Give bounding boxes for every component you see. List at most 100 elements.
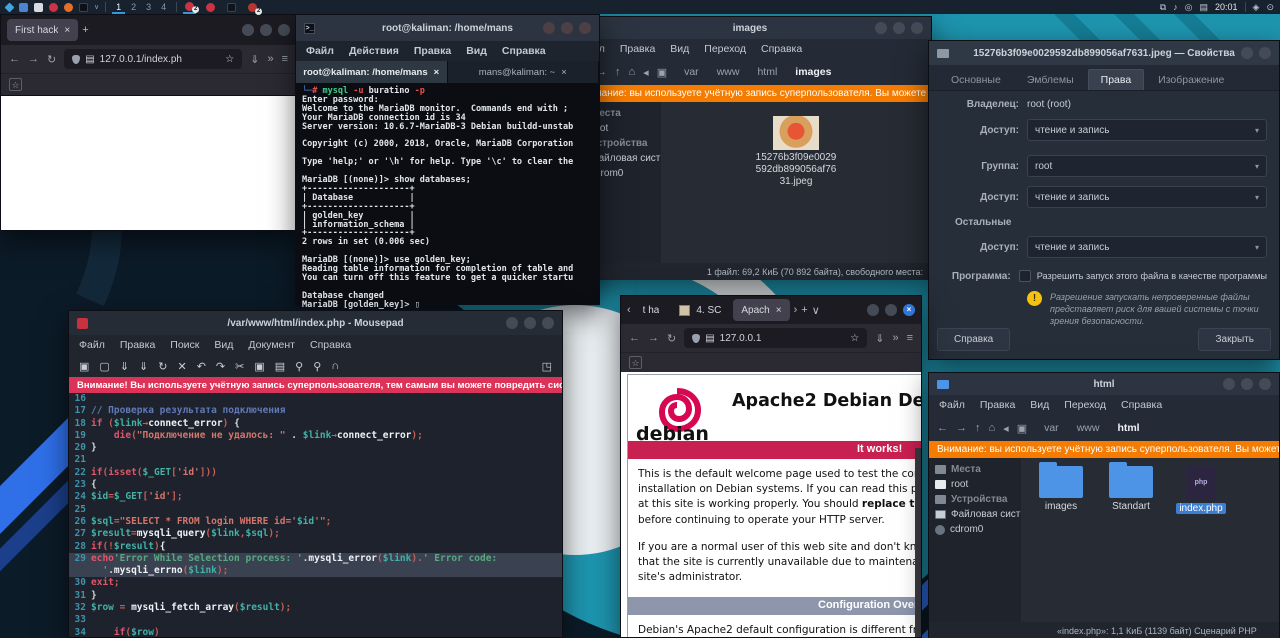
mousepad-icon[interactable]: [49, 3, 58, 12]
close-icon[interactable]: ×: [64, 25, 70, 36]
path-button[interactable]: www: [1068, 421, 1109, 435]
forward-icon[interactable]: →: [648, 332, 659, 344]
firefox-window-apache[interactable]: ‹ t ha 4. SC Apach× › + ∨ × ← → ↻ ▤ 127.…: [620, 295, 922, 638]
close-icon[interactable]: ×: [776, 305, 782, 316]
firefox-window-first-hack[interactable]: First hack × + ← → ↻ ▤ 127.0.0.1/index.p…: [0, 14, 297, 231]
others-access-dropdown[interactable]: чтение и запись▾: [1027, 236, 1267, 258]
menu-item[interactable]: Вид: [1030, 399, 1049, 411]
shield-icon[interactable]: ◈: [1253, 0, 1260, 14]
notifications-icon[interactable]: ◎: [1185, 0, 1193, 14]
display-icon[interactable]: ▤: [1199, 0, 1208, 14]
code-editor[interactable]: 16 17 // Проверка результата подключения…: [69, 393, 562, 638]
path-button[interactable]: html: [748, 65, 786, 79]
overflow-menu-icon[interactable]: »: [892, 332, 898, 344]
help-button[interactable]: Справка: [937, 328, 1010, 351]
forward-icon[interactable]: →: [956, 422, 967, 434]
menu-item[interactable]: Справка: [761, 43, 802, 55]
workspace-button[interactable]: 2: [127, 1, 140, 14]
scroll-tabs-right-icon[interactable]: ›: [794, 304, 798, 316]
tab-sql-tutorial[interactable]: 4. SC: [671, 299, 729, 321]
sidebar-item[interactable]: root: [929, 477, 1021, 492]
workspace-button[interactable]: 4: [157, 1, 170, 14]
close-button[interactable]: ×: [903, 304, 915, 316]
maximize-button[interactable]: [260, 24, 272, 36]
menu-item[interactable]: Правка: [620, 43, 655, 55]
minimize-button[interactable]: [875, 22, 887, 34]
kali-menu-icon[interactable]: [5, 2, 15, 12]
find-replace-icon[interactable]: ⚲: [313, 360, 321, 373]
fullscreen-icon[interactable]: ◳: [542, 360, 552, 373]
terminal-window[interactable]: >_ root@kaliman: /home/mans ФайлДействия…: [295, 14, 600, 305]
menu-item[interactable]: Справка: [502, 45, 546, 57]
file-manager-html-window[interactable]: html ФайлПравкаВидПереходСправка ← → ↑ ⌂…: [928, 372, 1280, 638]
close-icon[interactable]: ×: [434, 67, 440, 78]
file-manager-icon[interactable]: [19, 3, 28, 12]
text-editor-icon[interactable]: [34, 3, 43, 12]
url-bar[interactable]: ▤ 127.0.0.1 ☆: [684, 328, 867, 348]
chevron-down-icon[interactable]: ∨: [94, 3, 99, 11]
file-item[interactable]: images: [1029, 466, 1093, 512]
dialog-tab[interactable]: Изображение: [1146, 70, 1236, 90]
maximize-button[interactable]: [885, 304, 897, 316]
find-icon[interactable]: ⚲: [295, 360, 303, 373]
power-icon[interactable]: ⊙: [1266, 0, 1274, 14]
new-tab-button[interactable]: +: [801, 304, 807, 316]
close-button[interactable]: [911, 22, 923, 34]
menu-item[interactable]: Вид: [466, 45, 487, 57]
scroll-tabs-left-icon[interactable]: ‹: [627, 304, 631, 316]
drive-icon[interactable]: ▣: [657, 66, 667, 79]
forward-icon[interactable]: →: [28, 53, 39, 65]
workspace-button[interactable]: 3: [142, 1, 155, 14]
terminal-tab[interactable]: root@kaliman: /home/mans×: [296, 61, 448, 83]
close-file-icon[interactable]: ✕: [177, 360, 186, 373]
dialog-tab[interactable]: Основные: [939, 70, 1013, 90]
up-icon[interactable]: ↑: [975, 422, 981, 434]
sidebar-item[interactable]: Файловая сист…: [929, 507, 1021, 522]
close-button[interactable]: [278, 24, 290, 36]
menu-item[interactable]: Файл: [79, 339, 105, 351]
file-item[interactable]: Standart: [1099, 466, 1163, 512]
open-file-icon[interactable]: ▢: [99, 360, 109, 373]
path-button[interactable]: images: [786, 65, 840, 79]
bookmark-star-icon[interactable]: ☆: [225, 54, 234, 65]
close-button[interactable]: [1259, 47, 1271, 59]
overflow-menu-icon[interactable]: »: [267, 53, 273, 65]
reload-icon[interactable]: ↻: [667, 332, 676, 345]
menu-item[interactable]: Поиск: [170, 339, 199, 351]
new-document-icon[interactable]: ▣: [79, 360, 89, 373]
drive-icon[interactable]: ▣: [1017, 422, 1027, 435]
volume-icon[interactable]: ♪: [1173, 0, 1178, 14]
owner-access-dropdown[interactable]: чтение и запись▾: [1027, 119, 1267, 141]
redo-icon[interactable]: ↷: [216, 360, 225, 373]
undo-icon[interactable]: ↶: [197, 360, 206, 373]
cut-icon[interactable]: ✂: [235, 360, 244, 373]
maximize-button[interactable]: [524, 317, 536, 329]
menu-item[interactable]: Файл: [306, 45, 334, 57]
hamburger-menu-icon[interactable]: ≡: [907, 332, 913, 344]
close-button[interactable]: [1259, 378, 1271, 390]
hamburger-menu-icon[interactable]: ≡: [282, 53, 288, 65]
terminal-tab[interactable]: mans@kaliman: ~×: [448, 61, 600, 83]
reload-icon[interactable]: ↻: [158, 360, 167, 373]
minimize-button[interactable]: [543, 22, 555, 34]
path-button[interactable]: var: [675, 65, 708, 79]
download-icon[interactable]: ⇓: [875, 332, 884, 345]
back-icon[interactable]: ←: [629, 332, 640, 344]
firefox-icon[interactable]: [64, 3, 73, 12]
allow-execute-checkbox[interactable]: [1019, 270, 1031, 282]
close-dialog-button[interactable]: Закрыть: [1198, 328, 1271, 351]
minimize-button[interactable]: [1241, 47, 1253, 59]
menu-item[interactable]: Файл: [939, 399, 965, 411]
save-icon[interactable]: ⇓: [120, 360, 129, 373]
menu-item[interactable]: Переход: [704, 43, 746, 55]
close-button[interactable]: [579, 22, 591, 34]
save-as-icon[interactable]: ⇓: [139, 360, 148, 373]
dialog-tab[interactable]: Права: [1088, 69, 1145, 90]
menu-item[interactable]: Правка: [980, 399, 1015, 411]
menu-item[interactable]: Переход: [1064, 399, 1106, 411]
menu-item[interactable]: Вид: [670, 43, 689, 55]
maximize-button[interactable]: [893, 22, 905, 34]
group-access-dropdown[interactable]: чтение и запись▾: [1027, 186, 1267, 208]
paste-icon[interactable]: ▤: [275, 360, 285, 373]
menu-item[interactable]: Правка: [414, 45, 451, 57]
